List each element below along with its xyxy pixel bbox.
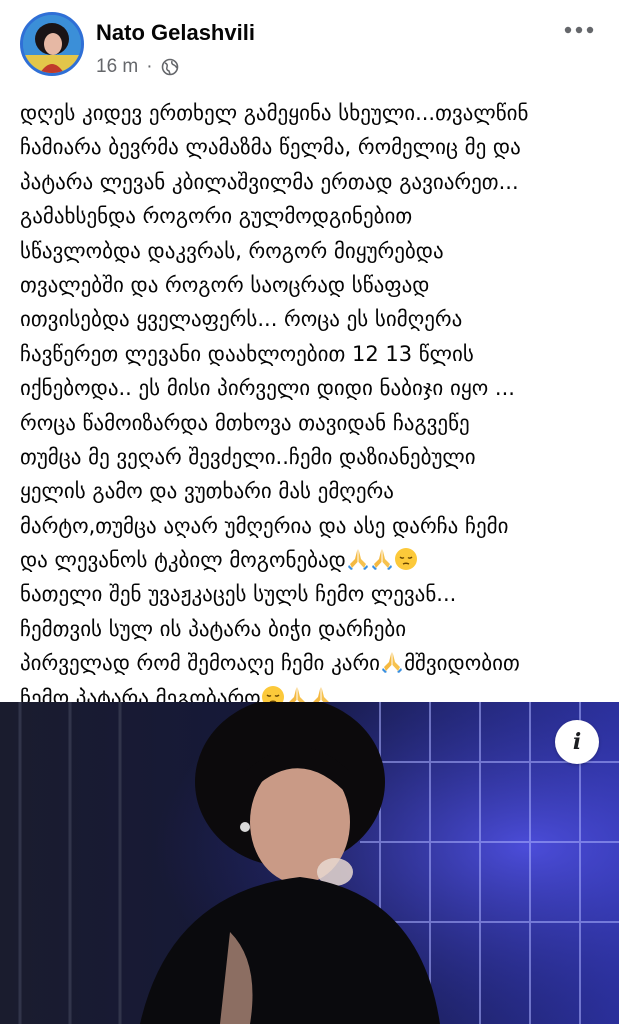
text-line: თუმცა მე ვეღარ შევძელი..ჩემი დაზიანებული [20, 440, 600, 474]
avatar-image [23, 15, 81, 73]
text-line: სწავლობდა დაკვრას, როგორ მიყურებდა [20, 234, 600, 268]
text-line: ითვისებდა ყველაფერს... როცა ეს სიმღერა [20, 302, 600, 336]
post-timestamp[interactable]: 16 m [96, 56, 138, 78]
text-segment: ყელის გამო და ვუთხარი მას ემღერა [20, 479, 394, 504]
photo-info-button[interactable]: i [555, 720, 599, 764]
text-line: ყელის გამო და ვუთხარი მას ემღერა [20, 474, 600, 508]
text-line: პატარა ლევან კბილაშვილმა ერთად გავიარეთ.… [20, 165, 600, 199]
text-line: ჩემთვის სულ ის პატარა ბიჭი დარჩები [20, 612, 600, 646]
text-segment: ჩემთვის სულ ის პატარა ბიჭი დარჩები [20, 616, 407, 641]
text-segment: გამახსენდა როგორი გულმოდგინებით [20, 204, 413, 229]
folded-hands-emoji [380, 650, 404, 674]
text-line: დღეს კიდევ ერთხელ გამეყინა სხეული...თვალ… [20, 96, 600, 130]
text-line: ჩავწერეთ ლევანი დაახლოებით 12 13 წლის [20, 337, 600, 371]
post-text: დღეს კიდევ ერთხელ გამეყინა სხეული...თვალ… [20, 96, 600, 715]
info-icon: i [572, 729, 582, 755]
text-segment: ჩამიარა ბევრმა ლამაზმა წელმა, რომელიც მე… [20, 135, 521, 160]
text-line: ნათელი შენ უვაჟკაცეს სულს ჩემო ლევან... [20, 577, 600, 611]
text-line: ჩამიარა ბევრმა ლამაზმა წელმა, რომელიც მე… [20, 130, 600, 164]
text-line: თვალებში და როგორ საოცრად სწაფად [20, 268, 600, 302]
globe-icon[interactable] [161, 58, 179, 76]
text-segment: ნათელი შენ უვაჟკაცეს სულს ჩემო ლევან... [20, 582, 457, 607]
text-line: იქნებოდა.. ეს მისი პირველი დიდი ნაბიჯი ი… [20, 371, 600, 405]
folded-hands-emoji [346, 547, 370, 571]
text-segment: თუმცა მე ვეღარ შევძელი..ჩემი დაზიანებული [20, 444, 476, 469]
meta-separator: · [146, 56, 153, 77]
text-segment: მშვიდობით [404, 651, 520, 676]
author-avatar[interactable] [20, 12, 84, 76]
text-line: როცა წამოიზარდა მთხოვა თავიდან ჩაგვეწე [20, 406, 600, 440]
text-segment: ითვისებდა ყველაფერს... როცა ეს სიმღერა [20, 307, 463, 332]
text-line: პირველად რომ შემოაღე ჩემი კარი მშვიდობით [20, 646, 600, 680]
folded-hands-emoji [370, 547, 394, 571]
text-segment: თვალებში და როგორ საოცრად სწაფად [20, 272, 430, 297]
author-name[interactable]: Nato Gelashvili [96, 20, 255, 46]
text-segment: დღეს კიდევ ერთხელ გამეყინა სხეული...თვალ… [20, 101, 529, 125]
text-segment: როცა წამოიზარდა მთხოვა თავიდან ჩაგვეწე [20, 410, 470, 435]
more-options-icon [564, 26, 594, 34]
text-segment: და ლევანოს ტკბილ მოგონებად [20, 548, 346, 573]
post-meta: 16 m · [96, 56, 179, 78]
text-segment: იქნებოდა.. ეს მისი პირველი დიდი ნაბიჯი ი… [20, 376, 515, 401]
text-segment: სწავლობდა დაკვრას, როგორ მიყურებდა [20, 238, 444, 263]
more-options-button[interactable] [559, 18, 599, 42]
text-segment: პატარა ლევან კბილაშვილმა ერთად გავიარეთ.… [20, 169, 519, 194]
text-line: და ლევანოს ტკბილ მოგონებად [20, 543, 600, 577]
pensive-face-emoji [394, 547, 418, 571]
text-line: მარტო,თუმცა აღარ უმღერია და ასე დარჩა ჩე… [20, 509, 600, 543]
text-segment: ჩავწერეთ ლევანი დაახლოებით 12 13 წლის [20, 341, 474, 366]
post-photo[interactable] [0, 702, 619, 1024]
text-line: გამახსენდა როგორი გულმოდგინებით [20, 199, 600, 233]
post-header: Nato Gelashvili 16 m · [0, 0, 619, 96]
text-segment: მარტო,თუმცა აღარ უმღერია და ასე დარჩა ჩე… [20, 513, 509, 538]
text-segment: პირველად რომ შემოაღე ჩემი კარი [20, 651, 381, 676]
photo-image [0, 702, 619, 1024]
